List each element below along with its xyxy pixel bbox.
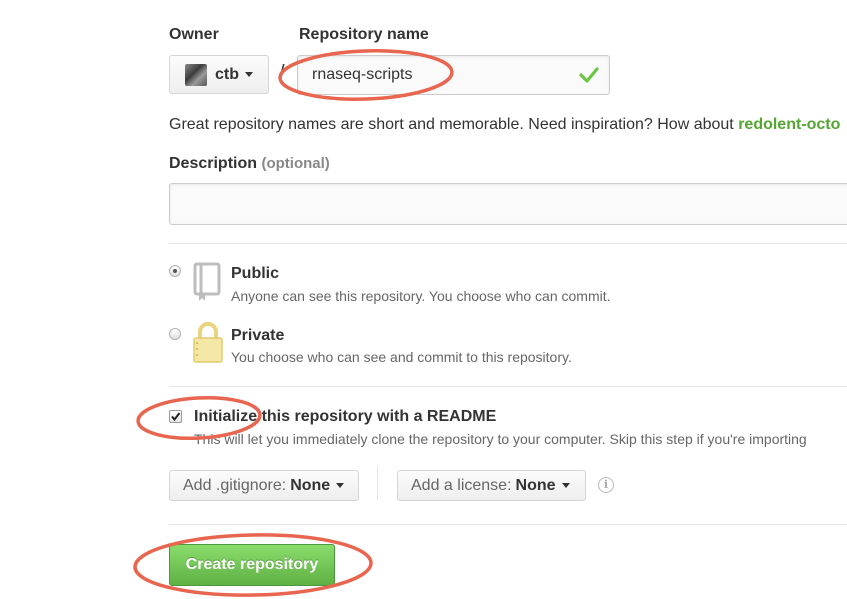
owner-select[interactable]: ctb xyxy=(169,55,269,94)
public-title: Public xyxy=(231,265,280,282)
repository-name-label: Repository name xyxy=(299,26,429,43)
create-repository-button[interactable]: Create repository xyxy=(169,544,335,586)
readme-desc: This will let you immediately clone the … xyxy=(194,431,807,447)
chevron-down-icon xyxy=(245,72,253,77)
gitignore-prefix: Add .gitignore: xyxy=(183,476,287,494)
owner-repo-separator: / xyxy=(279,62,285,84)
readme-checkbox[interactable] xyxy=(169,410,182,423)
checkmark-icon xyxy=(579,67,599,83)
license-value: None xyxy=(515,476,556,494)
public-radio[interactable] xyxy=(169,265,181,277)
owner-label: Owner xyxy=(169,26,219,43)
info-icon[interactable]: i xyxy=(598,477,614,493)
description-label: Description (optional) xyxy=(169,155,330,173)
avatar xyxy=(185,63,207,86)
gitignore-value: None xyxy=(290,476,331,494)
description-input[interactable] xyxy=(169,183,847,225)
private-title: Private xyxy=(231,327,285,344)
license-prefix: Add a license: xyxy=(411,476,512,494)
hint-text: Great repository names are short and mem… xyxy=(169,116,739,133)
public-desc: Anyone can see this repository. You choo… xyxy=(231,288,611,304)
divider xyxy=(169,243,847,244)
readme-title: Initialize this repository with a README xyxy=(194,408,497,425)
gitignore-select[interactable]: Add .gitignore: None xyxy=(169,470,359,501)
repository-name-input[interactable]: rnaseq-scripts xyxy=(297,55,610,95)
private-desc: You choose who can see and commit to thi… xyxy=(231,349,572,365)
divider xyxy=(169,524,847,525)
divider xyxy=(169,386,847,387)
checkmark-icon xyxy=(171,412,181,422)
owner-name: ctb xyxy=(215,65,239,83)
lock-icon xyxy=(193,322,223,363)
name-suggestion-link[interactable]: redolent-octo xyxy=(738,116,840,133)
optional-tag: (optional) xyxy=(261,155,330,172)
chevron-down-icon xyxy=(336,483,345,488)
repository-name-hint: Great repository names are short and mem… xyxy=(169,116,840,134)
divider xyxy=(377,466,378,500)
private-radio[interactable] xyxy=(169,328,181,340)
license-select[interactable]: Add a license: None xyxy=(397,470,586,501)
description-label-text: Description xyxy=(169,155,258,172)
chevron-down-icon xyxy=(561,483,570,488)
book-icon xyxy=(193,262,221,301)
